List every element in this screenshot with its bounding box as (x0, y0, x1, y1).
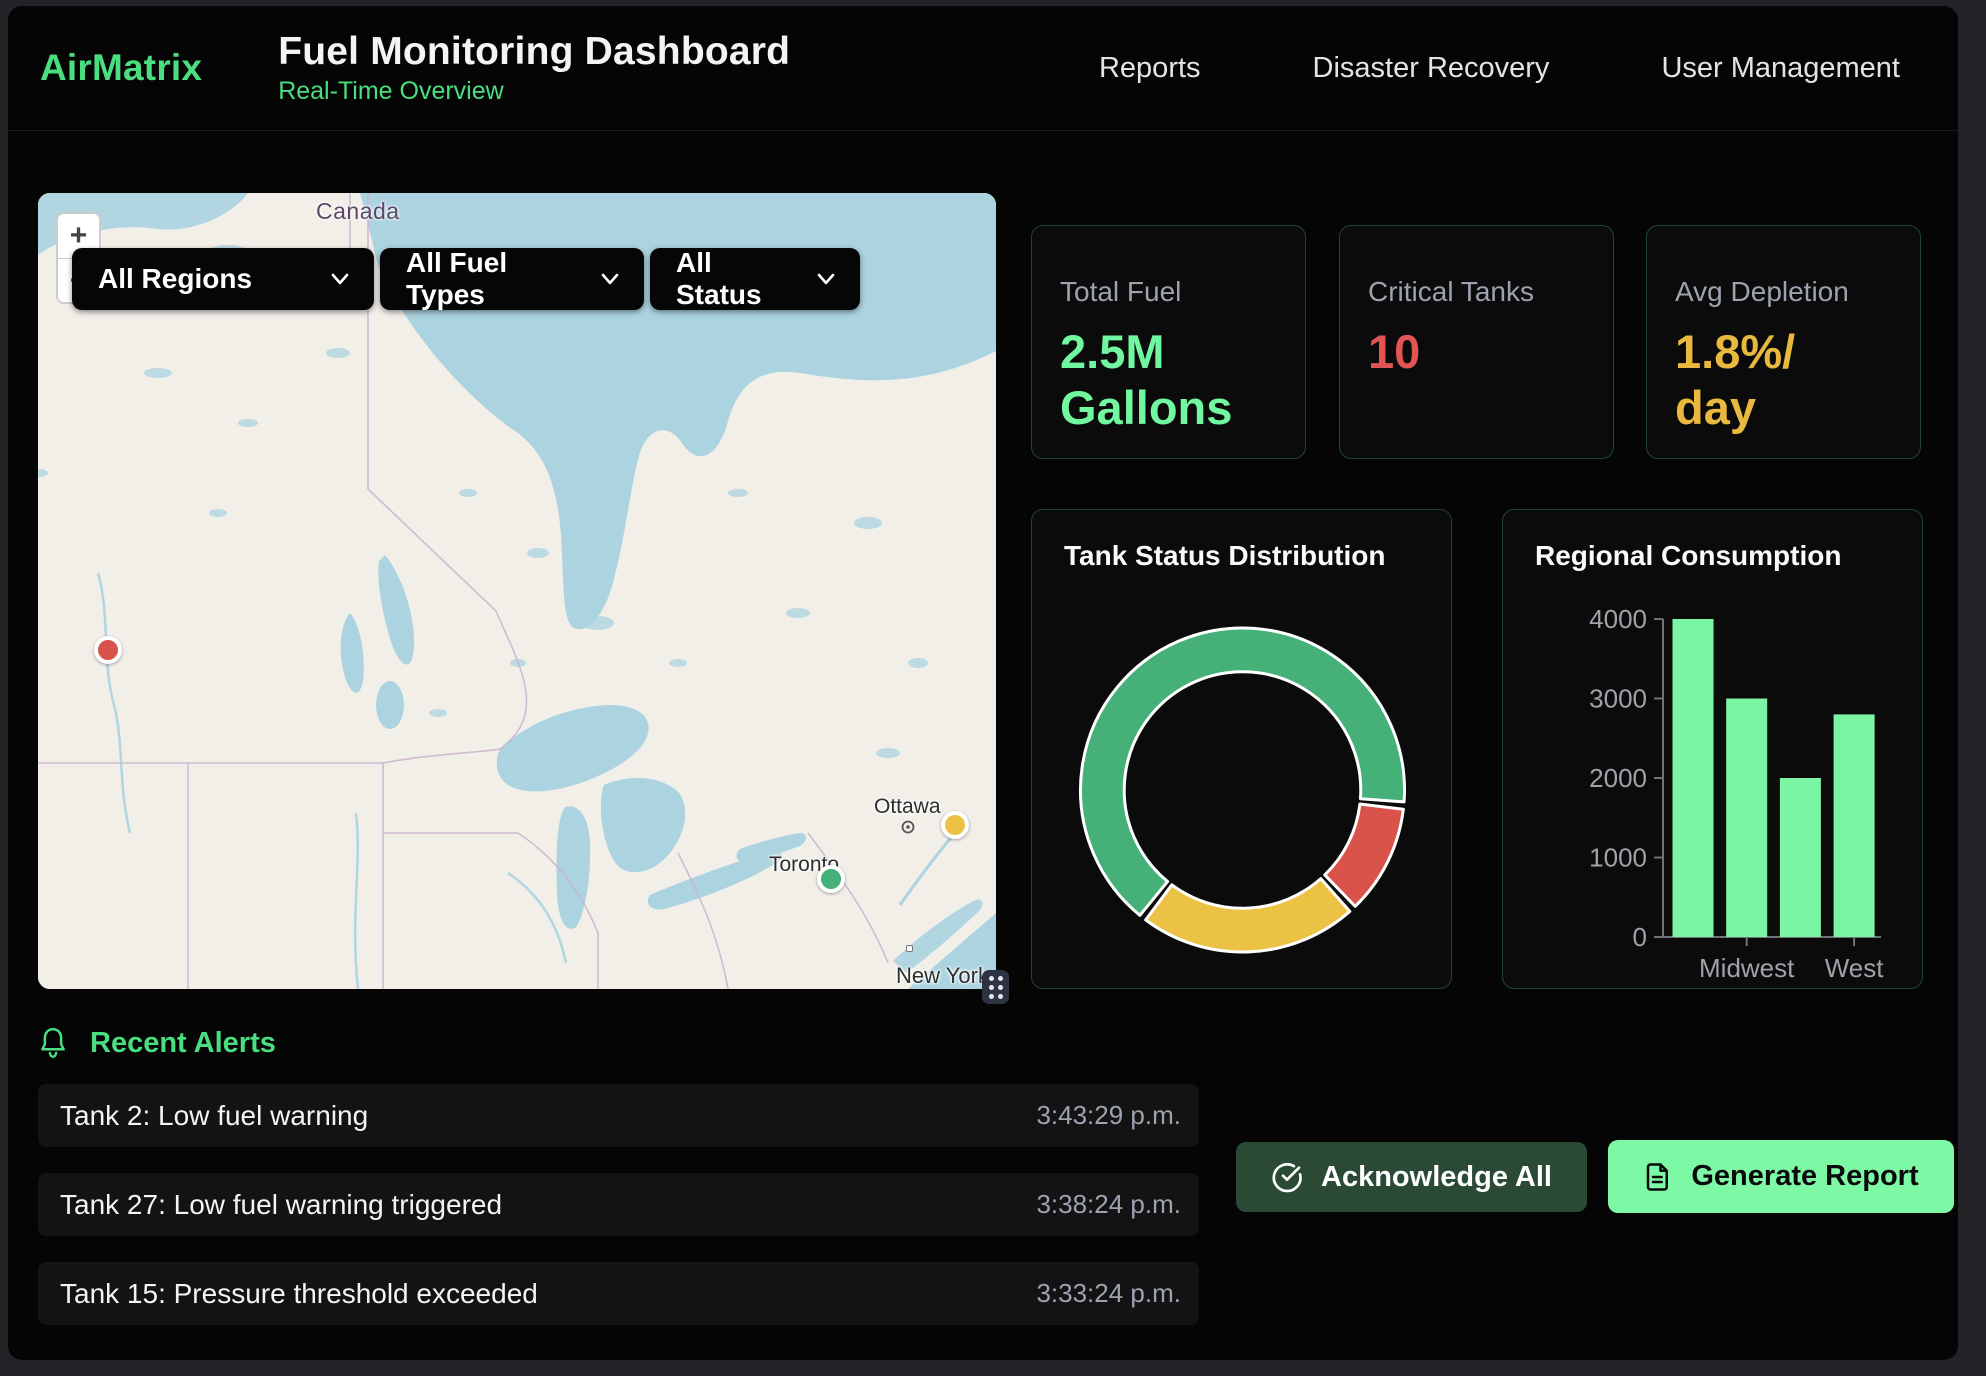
doughnut-segment-warning-yellow (1146, 879, 1350, 952)
brand-logo: AirMatrix (40, 47, 202, 89)
alert-row[interactable]: Tank 2: Low fuel warning 3:43:29 p.m. (38, 1084, 1199, 1147)
bar-3 (1834, 714, 1875, 937)
page-subtitle: Real-Time Overview (278, 77, 790, 106)
nav-disaster-recovery[interactable]: Disaster Recovery (1313, 52, 1550, 85)
nav-user-management[interactable]: User Management (1661, 52, 1900, 85)
stat-label: Total Fuel (1060, 276, 1277, 308)
page-title: Fuel Monitoring Dashboard (278, 30, 790, 74)
new-york-city-dot (906, 945, 913, 952)
regional-consumption-panel: Regional Consumption 0 1000 2000 3000 4000 Mi… (1502, 509, 1923, 989)
chevron-down-icon (330, 272, 350, 286)
alert-time: 3:43:29 p.m. (1036, 1100, 1181, 1131)
y-tick-label: 4000 (1589, 604, 1647, 634)
stat-label: Critical Tanks (1368, 276, 1585, 308)
alert-time: 3:33:24 p.m. (1036, 1278, 1181, 1309)
regional-consumption-title: Regional Consumption (1535, 540, 1922, 572)
file-text-icon (1643, 1162, 1673, 1192)
region-filter-select[interactable]: All Regions (72, 248, 374, 310)
region-filter-value: All Regions (98, 263, 252, 295)
alert-text: Tank 27: Low fuel warning triggered (60, 1189, 502, 1221)
fuel-type-filter-select[interactable]: All Fuel Types (380, 248, 644, 310)
bar-2 (1780, 778, 1821, 937)
y-tick-label: 1000 (1589, 843, 1647, 873)
x-tick-label: West (1825, 953, 1885, 982)
stat-value-critical-tanks: 10 (1368, 324, 1585, 380)
recent-alerts-label: Recent Alerts (90, 1027, 276, 1060)
stat-card-total-fuel: Total Fuel 2.5M Gallons (1031, 225, 1306, 459)
generate-report-label: Generate Report (1691, 1160, 1918, 1193)
status-filter-select[interactable]: All Status (650, 248, 860, 310)
bar-1 (1726, 699, 1767, 938)
stat-card-avg-depletion: Avg Depletion 1.8%/ day (1646, 225, 1921, 459)
header: AirMatrix Fuel Monitoring Dashboard Real… (8, 6, 1958, 131)
check-circle-icon (1271, 1161, 1303, 1193)
map-label-canada: Canada (316, 198, 400, 225)
acknowledge-all-label: Acknowledge All (1321, 1161, 1552, 1194)
alert-row[interactable]: Tank 15: Pressure threshold exceeded 3:3… (38, 1262, 1199, 1325)
map-marker-warning[interactable] (941, 811, 969, 839)
alert-text: Tank 15: Pressure threshold exceeded (60, 1278, 538, 1310)
x-tick-label: Midwest (1699, 953, 1795, 982)
map-label-ottawa: Ottawa (874, 795, 941, 819)
map-basemap (38, 193, 996, 989)
map-filter-bar: All Regions All Fuel Types All Status (72, 248, 860, 310)
bell-icon (38, 1026, 68, 1060)
tank-status-title: Tank Status Distribution (1064, 540, 1451, 572)
regional-consumption-bar-chart: 0 1000 2000 3000 4000 Midwest West (1503, 582, 1923, 982)
map-label-new-york: New York (896, 963, 989, 989)
stat-label: Avg Depletion (1675, 276, 1892, 308)
fuel-type-filter-value: All Fuel Types (406, 247, 578, 311)
acknowledge-all-button[interactable]: Acknowledge All (1236, 1142, 1587, 1212)
app-window: AirMatrix Fuel Monitoring Dashboard Real… (8, 6, 1958, 1360)
alert-text: Tank 2: Low fuel warning (60, 1100, 368, 1132)
status-filter-value: All Status (676, 247, 794, 311)
recent-alerts-heading: Recent Alerts (38, 1026, 276, 1060)
map-canvas[interactable]: Canada Ottawa Toronto New York + − All R… (38, 193, 996, 989)
main-nav: Reports Disaster Recovery User Managemen… (1099, 52, 1900, 85)
y-tick-label: 2000 (1589, 763, 1647, 793)
tank-status-doughnut-chart (1032, 580, 1452, 980)
map-marker-critical[interactable] (94, 636, 122, 664)
tank-status-panel: Tank Status Distribution (1031, 509, 1452, 989)
map-panel: Canada Ottawa Toronto New York + − All R… (38, 193, 996, 989)
alert-time: 3:38:24 p.m. (1036, 1189, 1181, 1220)
y-tick-label: 0 (1633, 922, 1647, 952)
ottawa-city-icon (900, 819, 916, 835)
stat-card-critical-tanks: Critical Tanks 10 (1339, 225, 1614, 459)
doughnut-segment-critical-red (1325, 804, 1404, 906)
bar-0 (1673, 619, 1714, 937)
map-marker-normal[interactable] (817, 865, 845, 893)
title-block: Fuel Monitoring Dashboard Real-Time Over… (278, 30, 790, 106)
nav-reports[interactable]: Reports (1099, 52, 1201, 85)
stat-value-avg-depletion: 1.8%/ day (1675, 324, 1892, 437)
map-resize-handle[interactable] (982, 970, 1009, 1004)
chevron-down-icon (600, 272, 620, 286)
y-tick-label: 3000 (1589, 684, 1647, 714)
stat-value-total-fuel: 2.5M Gallons (1060, 324, 1277, 437)
generate-report-button[interactable]: Generate Report (1608, 1140, 1954, 1213)
alert-row[interactable]: Tank 27: Low fuel warning triggered 3:38… (38, 1173, 1199, 1236)
chevron-down-icon (816, 272, 836, 286)
